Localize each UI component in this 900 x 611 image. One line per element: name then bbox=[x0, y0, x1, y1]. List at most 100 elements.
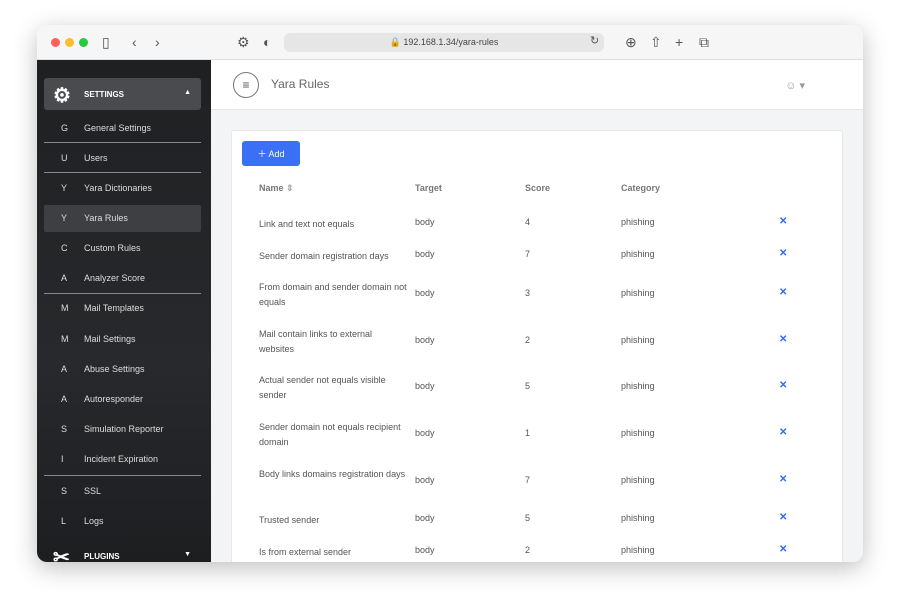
rule-name: Link and text not equals bbox=[259, 219, 355, 229]
sidebar-item-label: Custom Rules bbox=[84, 243, 141, 253]
rule-target: body bbox=[415, 249, 435, 259]
rule-name: Body links domains registration days bbox=[259, 469, 406, 479]
plugins-label: PLUGINS bbox=[84, 552, 120, 561]
forward-icon[interactable]: › bbox=[155, 34, 160, 50]
gear-icon[interactable]: ⚙ bbox=[237, 34, 250, 51]
delete-icon[interactable]: ✕ bbox=[779, 474, 787, 485]
sidebar-item[interactable]: S SSL bbox=[44, 478, 201, 505]
rule-category: phishing bbox=[621, 381, 655, 391]
rules-card: ＋ Add Name ⇕ Target Score Category Link … bbox=[231, 130, 843, 562]
download-icon[interactable]: ⊕ bbox=[625, 34, 637, 51]
rule-category: phishing bbox=[621, 335, 655, 345]
delete-icon[interactable]: ✕ bbox=[779, 380, 787, 391]
sidebar-item[interactable]: C Custom Rules bbox=[44, 235, 201, 262]
sidebar-item-letter: L bbox=[61, 516, 67, 526]
rule-score: 7 bbox=[525, 249, 531, 259]
sidebar-item[interactable]: A Autoresponder bbox=[44, 386, 201, 413]
share-icon[interactable]: ⇧ bbox=[650, 34, 662, 51]
rule-score: 4 bbox=[525, 217, 531, 227]
rule-category: phishing bbox=[621, 428, 655, 438]
sidebar-item-label: Analyzer Score bbox=[84, 273, 146, 283]
sidebar-item[interactable]: Y Yara Dictionaries bbox=[44, 175, 201, 202]
rule-target: body bbox=[415, 513, 435, 523]
sidebar-item-letter: S bbox=[61, 486, 68, 496]
sidebar-item-letter: S bbox=[61, 424, 68, 434]
settings-label: SETTINGS bbox=[84, 90, 125, 99]
main-content: ≡ Yara Rules ☺ ▾ ＋ Add Name ⇕ Target Sco… bbox=[211, 60, 863, 562]
rule-name: Trusted sender bbox=[259, 515, 320, 525]
sidebar-item[interactable]: Y Yara Rules bbox=[44, 205, 201, 232]
sidebar-item[interactable]: G General Settings bbox=[44, 115, 201, 142]
user-menu[interactable]: ☺ ▾ bbox=[785, 79, 805, 92]
delete-icon[interactable]: ✕ bbox=[779, 544, 787, 555]
rule-name: Is from external sender bbox=[259, 547, 352, 557]
maximize-window-button[interactable] bbox=[79, 38, 88, 47]
plus-icon: ＋ bbox=[257, 149, 269, 159]
sidebar-item-letter: A bbox=[61, 364, 68, 374]
shield-icon[interactable]: ◐ bbox=[263, 34, 271, 50]
delete-icon[interactable]: ✕ bbox=[779, 334, 787, 345]
add-label: Add bbox=[268, 149, 285, 159]
table-row: Sender domain not equals recipient domai… bbox=[232, 422, 844, 447]
rule-target: body bbox=[415, 381, 435, 391]
sidebar-item[interactable]: U Users bbox=[44, 145, 201, 172]
table-row: From domain and sender domain not equals… bbox=[232, 282, 844, 307]
divider bbox=[44, 475, 201, 476]
reload-icon[interactable]: ↻ bbox=[590, 34, 599, 47]
sidebar-item[interactable]: L Logs bbox=[44, 508, 201, 535]
sidebar-item-letter: U bbox=[61, 153, 68, 163]
new-tab-icon[interactable]: + bbox=[675, 34, 683, 50]
delete-icon[interactable]: ✕ bbox=[779, 512, 787, 523]
delete-icon[interactable]: ✕ bbox=[779, 427, 787, 438]
rule-score: 5 bbox=[525, 513, 531, 523]
address-bar[interactable]: 🔒 192.168.1.34/yara-rules bbox=[284, 33, 604, 52]
sidebar-item[interactable]: A Analyzer Score bbox=[44, 265, 201, 292]
tabs-icon[interactable]: ⧉ bbox=[699, 34, 709, 51]
sidebar-item-label: Users bbox=[84, 153, 108, 163]
page-title: Yara Rules bbox=[271, 77, 330, 91]
sidebar-item-label: Incident Expiration bbox=[84, 454, 159, 464]
rule-score: 2 bbox=[525, 335, 531, 345]
sidebar-item[interactable]: M Mail Templates bbox=[44, 295, 201, 322]
rule-target: body bbox=[415, 335, 435, 345]
rule-target: body bbox=[415, 217, 435, 227]
column-header-target: Target bbox=[415, 183, 442, 193]
sidebar-item-label: Abuse Settings bbox=[84, 364, 145, 374]
minimize-window-button[interactable] bbox=[65, 38, 74, 47]
sidebar-item-label: Simulation Reporter bbox=[84, 424, 164, 434]
sidebar-item-label: General Settings bbox=[84, 123, 152, 133]
sidebar-toggle-icon[interactable]: ▯ bbox=[102, 34, 110, 51]
sidebar-item[interactable]: A Abuse Settings bbox=[44, 356, 201, 383]
sidebar-item-label: Autoresponder bbox=[84, 394, 144, 404]
sort-icon[interactable]: ⇕ bbox=[286, 183, 294, 193]
rule-name: Mail contain links to external websites bbox=[259, 329, 373, 354]
sidebar-item-label: Yara Dictionaries bbox=[84, 183, 152, 193]
add-button[interactable]: ＋ Add bbox=[242, 141, 300, 166]
rule-name: From domain and sender domain not equals bbox=[259, 282, 407, 307]
sidebar-item-letter: I bbox=[61, 454, 64, 464]
rule-target: body bbox=[415, 288, 435, 298]
rule-target: body bbox=[415, 428, 435, 438]
column-header-name[interactable]: Name ⇕ bbox=[259, 183, 294, 194]
rule-category: phishing bbox=[621, 513, 655, 523]
delete-icon[interactable]: ✕ bbox=[779, 216, 787, 227]
sidebar: ⚙ SETTINGS ▲ G General Settings U Users Y Yar… bbox=[37, 60, 211, 562]
table-row: Body links domains registration days bod… bbox=[232, 469, 844, 490]
sidebar-item[interactable]: S Simulation Reporter bbox=[44, 416, 201, 443]
menu-button[interactable]: ≡ bbox=[233, 72, 259, 98]
plugins-section-header[interactable]: ✂ PLUGINS ▼ bbox=[44, 540, 201, 562]
delete-icon[interactable]: ✕ bbox=[779, 248, 787, 259]
settings-section-header[interactable]: ⚙ SETTINGS ▲ bbox=[44, 78, 201, 110]
back-icon[interactable]: ‹ bbox=[132, 34, 137, 50]
column-header-score: Score bbox=[525, 183, 551, 193]
sidebar-item[interactable]: I Incident Expiration bbox=[44, 446, 201, 473]
sidebar-item-letter: C bbox=[61, 243, 68, 253]
table-row: Sender domain registration days body 7 p… bbox=[232, 248, 844, 264]
rule-score: 1 bbox=[525, 428, 531, 438]
sidebar-item[interactable]: M Mail Settings bbox=[44, 326, 201, 353]
sidebar-item-letter: Y bbox=[61, 183, 68, 193]
sidebar-item-label: SSL bbox=[84, 486, 102, 496]
close-window-button[interactable] bbox=[51, 38, 60, 47]
rule-category: phishing bbox=[621, 545, 655, 555]
delete-icon[interactable]: ✕ bbox=[779, 287, 787, 298]
